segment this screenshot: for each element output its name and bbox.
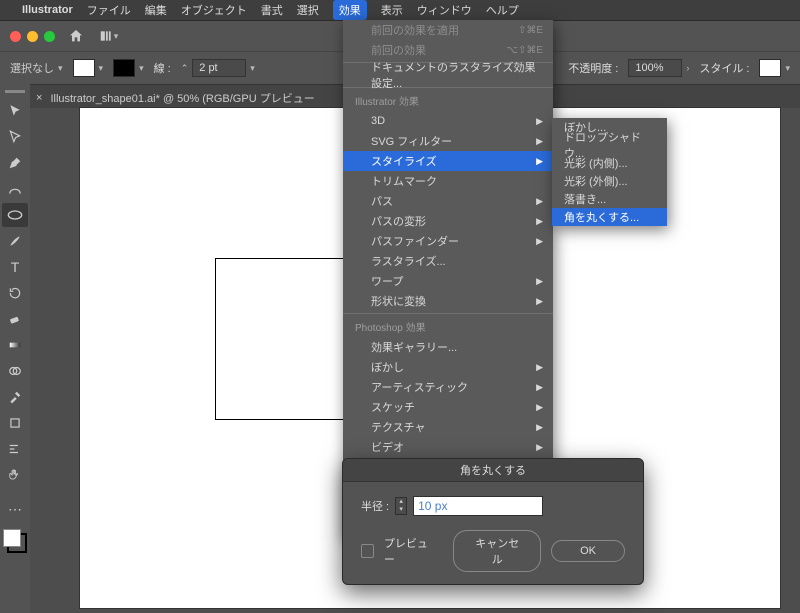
menu-section-illustrator: Illustrator 効果 [343, 90, 553, 111]
menu-item-sketch[interactable]: スケッチ▶ [343, 397, 553, 417]
document-tab-title[interactable]: Illustrator_shape01.ai* @ 50% (RGB/GPU プ… [50, 90, 314, 106]
panel-grip-icon[interactable] [5, 90, 25, 93]
opacity-value[interactable]: 100% [628, 59, 682, 77]
fill-box-icon[interactable] [3, 529, 21, 547]
radius-label: 半径 : [361, 498, 389, 514]
fill-swatch[interactable]: ▾ [73, 59, 104, 77]
tools-panel: T ⋯ [0, 82, 30, 613]
menu-item-stylize[interactable]: スタイライズ▶ [343, 151, 553, 171]
zoom-tool-icon[interactable] [2, 437, 28, 461]
submenu-item-outer-glow[interactable]: 光彩 (外側)... [552, 172, 667, 190]
menu-view[interactable]: 表示 [381, 2, 403, 18]
selection-indicator[interactable]: 選択なし ▾ [10, 60, 63, 76]
shape-builder-tool-icon[interactable] [2, 359, 28, 383]
menu-select[interactable]: 選択 [297, 2, 319, 18]
opacity-field[interactable]: 100%› [628, 59, 689, 77]
menu-object[interactable]: オブジェクト [181, 2, 247, 18]
menu-item-warp[interactable]: ワープ▶ [343, 271, 553, 291]
menu-item-3d[interactable]: 3D▶ [343, 111, 553, 131]
preview-checkbox[interactable] [361, 544, 374, 558]
chevron-down-icon: ▾ [114, 31, 119, 42]
style-swatch[interactable]: ▾ [759, 59, 790, 77]
menu-item-apply-last: 前回の効果を適用⇧⌘E [343, 20, 553, 40]
more-tools-icon[interactable]: ⋯ [2, 497, 28, 521]
menu-window[interactable]: ウィンドウ [417, 2, 472, 18]
paintbrush-tool-icon[interactable] [2, 229, 28, 253]
menu-item-rasterize[interactable]: ラスタライズ... [343, 251, 553, 271]
preview-label: プレビュー [384, 535, 434, 567]
style-label: スタイル : [699, 60, 749, 76]
chevron-up-icon[interactable]: ▴ [396, 498, 406, 506]
chevron-down-icon: ▾ [99, 63, 104, 74]
window-controls [10, 31, 55, 42]
menu-item-last-effect: 前回の効果⌥⇧⌘E [343, 40, 553, 60]
close-window-icon[interactable] [10, 31, 21, 42]
menu-item-texture[interactable]: テクスチャ▶ [343, 417, 553, 437]
selection-tool-icon[interactable] [2, 99, 28, 123]
home-icon[interactable] [65, 27, 87, 45]
ok-button[interactable]: OK [551, 540, 625, 562]
app-name[interactable]: Illustrator [22, 4, 73, 16]
submenu-item-round-corners[interactable]: 角を丸くする... [552, 208, 667, 226]
menu-effect[interactable]: 効果 [333, 0, 367, 20]
radius-stepper[interactable]: ▴▾ [395, 497, 407, 515]
menu-item-svg-filter[interactable]: SVG フィルター▶ [343, 131, 553, 151]
radius-input[interactable] [413, 496, 543, 516]
menu-type[interactable]: 書式 [261, 2, 283, 18]
chevron-down-icon: ▾ [139, 63, 144, 74]
rotate-tool-icon[interactable] [2, 281, 28, 305]
minimize-window-icon[interactable] [27, 31, 38, 42]
cancel-button[interactable]: キャンセル [453, 530, 541, 572]
menu-help[interactable]: ヘルプ [486, 2, 519, 18]
menu-item-distort[interactable]: パスの変形▶ [343, 211, 553, 231]
opacity-label: 不透明度 : [568, 60, 618, 76]
close-tab-icon[interactable]: × [36, 92, 42, 104]
curvature-tool-icon[interactable] [2, 177, 28, 201]
hand-tool-icon[interactable] [2, 463, 28, 487]
menu-item-pathfinder[interactable]: パスファインダー▶ [343, 231, 553, 251]
type-tool-icon[interactable]: T [2, 255, 28, 279]
stroke-weight-value[interactable]: 2 pt [192, 59, 246, 77]
menu-item-path[interactable]: パス▶ [343, 191, 553, 211]
round-corners-dialog: 角を丸くする 半径 : ▴▾ プレビュー キャンセル OK [342, 458, 644, 585]
arrange-documents-icon[interactable]: ▾ [97, 27, 119, 45]
gradient-tool-icon[interactable] [2, 333, 28, 357]
menu-item-convert-shape[interactable]: 形状に変換▶ [343, 291, 553, 311]
menu-item-raster-settings[interactable]: ドキュメントのラスタライズ効果設定... [343, 65, 553, 85]
menu-edit[interactable]: 編集 [145, 2, 167, 18]
dialog-title: 角を丸くする [343, 459, 643, 482]
artboard-tool-icon[interactable] [2, 411, 28, 435]
stroke-label: 線 : [154, 60, 171, 76]
submenu-item-scribble[interactable]: 落書き... [552, 190, 667, 208]
chevron-down-icon[interactable]: ▾ [396, 506, 406, 514]
pen-tool-icon[interactable] [2, 151, 28, 175]
eyedropper-tool-icon[interactable] [2, 385, 28, 409]
maximize-window-icon[interactable] [44, 31, 55, 42]
menu-item-artistic[interactable]: アーティスティック▶ [343, 377, 553, 397]
mac-menubar: Illustrator ファイル 編集 オブジェクト 書式 選択 効果 表示 ウ… [0, 0, 800, 21]
menu-item-video[interactable]: ビデオ▶ [343, 437, 553, 457]
menu-item-blur[interactable]: ぼかし▶ [343, 357, 553, 377]
eraser-tool-icon[interactable] [2, 307, 28, 331]
stroke-swatch[interactable]: ▾ [113, 59, 144, 77]
selection-label: 選択なし [10, 60, 54, 76]
chevron-down-icon: ▾ [58, 63, 63, 74]
menu-section-photoshop: Photoshop 効果 [343, 316, 553, 337]
stroke-weight-field[interactable]: ⌃2 pt▾ [181, 59, 255, 77]
submenu-item-drop-shadow[interactable]: ドロップシャドウ... [552, 136, 667, 154]
stylize-submenu: ぼかし... ドロップシャドウ... 光彩 (内側)... 光彩 (外側)...… [552, 118, 667, 226]
ellipse-tool-icon[interactable] [2, 203, 28, 227]
menu-item-effect-gallery[interactable]: 効果ギャラリー... [343, 337, 553, 357]
menu-item-trim-marks[interactable]: トリムマーク [343, 171, 553, 191]
fill-stroke-indicator[interactable] [3, 529, 27, 553]
direct-selection-tool-icon[interactable] [2, 125, 28, 149]
menu-file[interactable]: ファイル [87, 2, 131, 18]
